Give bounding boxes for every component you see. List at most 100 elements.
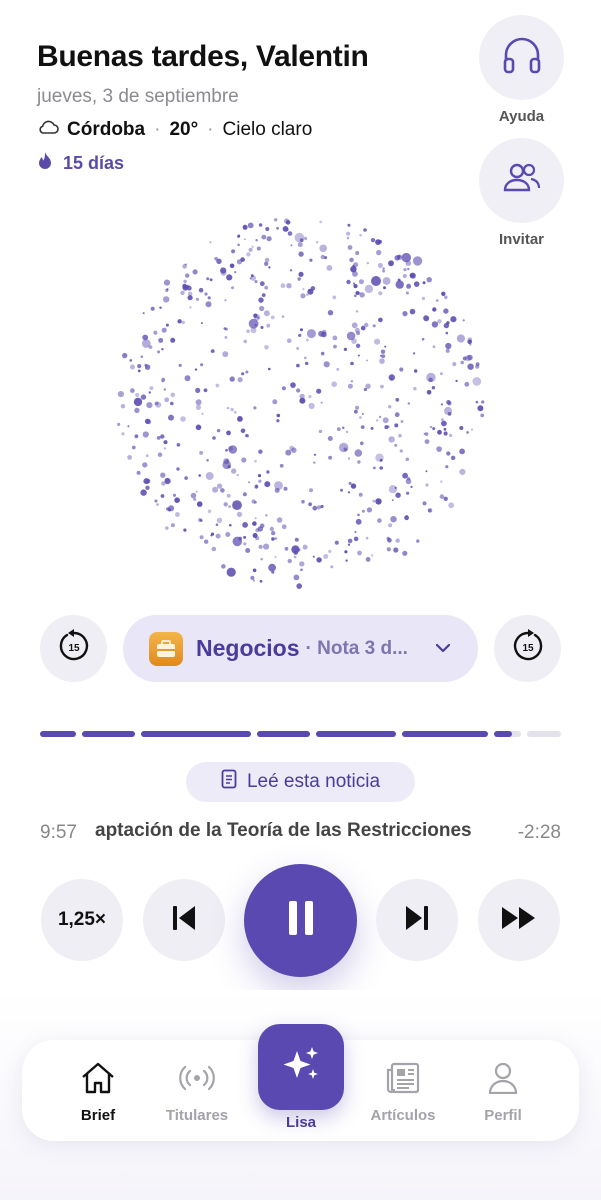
orb-particle (242, 522, 249, 528)
orb-particle (432, 307, 437, 312)
orb-particle (163, 296, 170, 303)
orb-particle (148, 391, 151, 394)
orb-particle (360, 441, 364, 446)
orb-particle (355, 251, 360, 255)
orb-particle (343, 447, 348, 452)
orb-particle (243, 339, 248, 344)
orb-particle (388, 405, 392, 409)
orb-particle (291, 545, 300, 554)
orb-particle (225, 532, 231, 537)
orb-particle (253, 406, 257, 410)
orb-particle (251, 499, 256, 504)
orb-particle (426, 277, 432, 283)
orb-particle (184, 375, 191, 382)
orb-particle (383, 286, 386, 290)
orb-particle (289, 269, 293, 272)
next-track-button[interactable] (376, 879, 458, 961)
pause-button[interactable] (244, 864, 357, 977)
progress-segment-fill (82, 731, 135, 737)
orb-particle (336, 367, 340, 371)
orb-particle (363, 387, 367, 392)
orb-particle (160, 434, 165, 439)
orb-particle (268, 367, 271, 371)
speed-label: 1,25× (57, 909, 107, 930)
orb-particle (142, 312, 145, 315)
orb-particle (456, 334, 465, 343)
orb-particle (361, 509, 365, 513)
orb-particle (228, 505, 231, 508)
help-button[interactable]: Ayuda (479, 15, 564, 125)
nav-item-perfil[interactable]: Perfil (458, 1062, 548, 1124)
orb-particle (294, 232, 305, 243)
playback-speed-button[interactable]: 1,25× (41, 879, 123, 961)
orb-particle (210, 349, 215, 353)
orb-particle (320, 351, 325, 356)
orb-particle (387, 538, 392, 543)
orb-particle (481, 400, 485, 404)
orb-particle (336, 427, 341, 431)
orb-particle (316, 241, 319, 244)
orb-particle (222, 351, 229, 358)
orb-particle (406, 283, 412, 289)
orb-particle (347, 538, 353, 544)
orb-particle (198, 287, 204, 293)
orb-particle (236, 473, 239, 477)
orb-particle (228, 445, 238, 454)
nav-item-lisa[interactable] (258, 1024, 344, 1110)
orb-particle (240, 257, 245, 262)
orb-particle (215, 523, 219, 526)
nav-item-articulos[interactable]: Artículos (358, 1062, 448, 1124)
orb-particle (346, 236, 350, 240)
orb-particle (447, 412, 452, 416)
orb-particle (375, 498, 382, 505)
orb-particle (402, 273, 407, 279)
next-icon (404, 904, 430, 937)
nav-item-brief[interactable]: Brief (53, 1062, 143, 1124)
skip-back-15-button[interactable]: 15 (40, 615, 107, 682)
orb-particle (121, 432, 125, 436)
progress-segment[interactable] (527, 731, 561, 737)
orb-particle (303, 236, 308, 241)
playback-progress-bar[interactable] (40, 731, 561, 737)
orb-particle (346, 231, 351, 236)
section-selector[interactable]: Negocios · Nota 3 d... (123, 615, 478, 682)
orb-particle (137, 369, 141, 373)
skip-forward-15-button[interactable]: 15 (494, 615, 561, 682)
orb-particle (388, 260, 394, 267)
fast-forward-button[interactable] (478, 879, 560, 961)
orb-particle (286, 283, 292, 289)
orb-particle (446, 451, 451, 456)
orb-particle (356, 331, 361, 336)
rewind-15-icon: 15 (56, 628, 92, 669)
read-article-button[interactable]: Leé esta noticia (186, 762, 415, 802)
orb-particle (402, 472, 408, 479)
forward-15-icon: 15 (510, 628, 546, 669)
orb-particle (357, 460, 361, 464)
orb-particle (306, 338, 309, 342)
orb-particle (192, 269, 198, 275)
orb-particle (382, 417, 389, 424)
orb-particle (316, 388, 322, 394)
orb-particle (198, 474, 201, 477)
weather-city: Córdoba (67, 119, 146, 140)
orb-particle (237, 243, 240, 247)
previous-track-button[interactable] (143, 879, 225, 961)
orb-particle (296, 388, 301, 393)
orb-particle (236, 511, 243, 518)
orb-particle (355, 310, 359, 313)
orb-particle (381, 354, 386, 359)
orb-particle (254, 517, 257, 520)
orb-particle (232, 536, 243, 547)
orb-particle (340, 488, 343, 492)
orb-particle (293, 555, 297, 559)
orb-particle (170, 392, 176, 398)
orb-particle (320, 401, 323, 404)
orb-particle (241, 457, 247, 463)
nav-item-titulares[interactable]: Titulares (152, 1062, 242, 1124)
orb-particle (328, 549, 332, 553)
orb-particle (394, 412, 400, 418)
orb-particle (253, 314, 261, 321)
help-circle[interactable] (479, 15, 564, 100)
progress-segment-fill (494, 731, 512, 737)
orb-particle (184, 476, 188, 480)
